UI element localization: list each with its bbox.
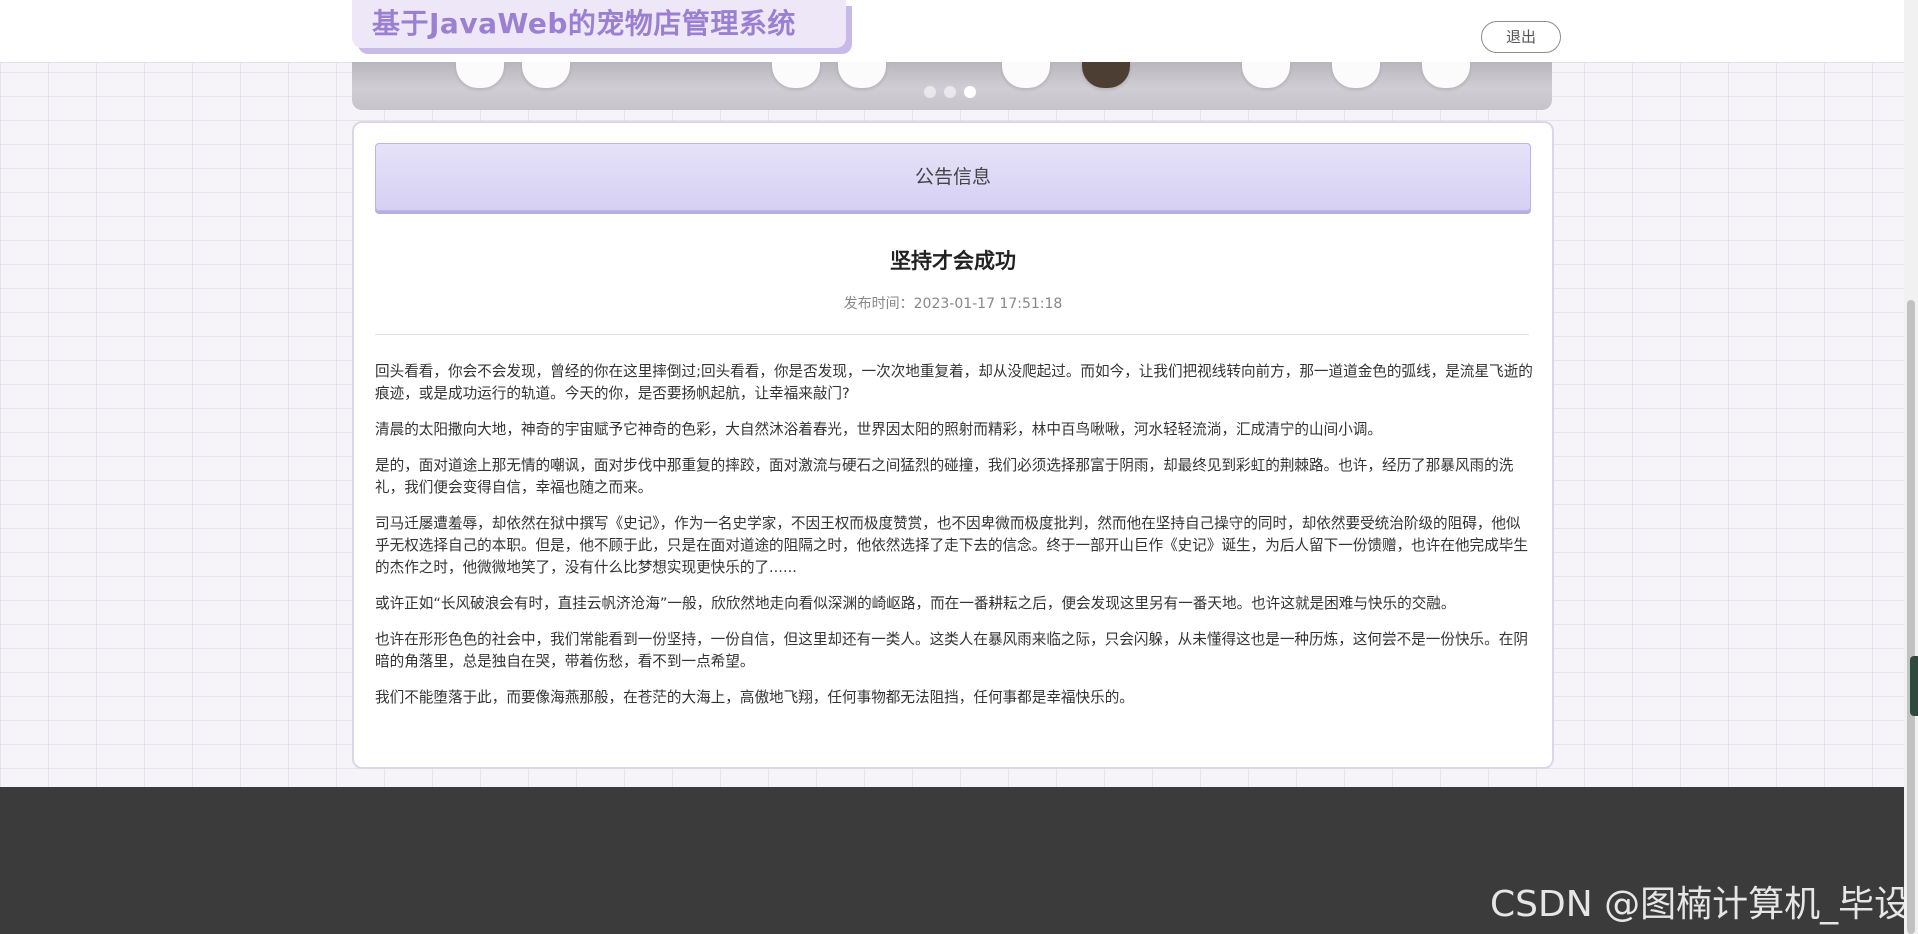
notice-content: 回头看看，你会不会发现，曾经的你在这里摔倒过;回头看看，你是否发现，一次次地重复…	[375, 361, 1533, 723]
content-paragraph: 我们不能堕落于此，而要像海燕那般，在苍茫的大海上，高傲地飞翔，任何事物都无法阻挡…	[375, 689, 1134, 706]
carousel-dot-active[interactable]	[964, 86, 976, 98]
app-logo-banner: 基于JavaWeb的宠物店管理系统	[352, 0, 846, 48]
divider	[375, 334, 1529, 335]
content-paragraph: 回头看看，你会不会发现，曾经的你在这里摔倒过;回头看看，你是否发现，一次次地重复…	[375, 363, 1533, 402]
content-paragraph: 是的，面对道途上那无情的嘲讽，面对步伐中那重复的摔跤，面对激流与硬石之间猛烈的碰…	[375, 457, 1514, 496]
carousel-indicators	[924, 86, 976, 98]
content-paragraph: 司马迁屡遭羞辱，却依然在狱中撰写《史记》，作为一名史学家，不因王权而极度赞赏，也…	[375, 515, 1528, 576]
pet-paw-image-part	[1242, 62, 1290, 88]
page-scrollbar[interactable]	[1904, 0, 1918, 934]
side-panel-handle[interactable]	[1910, 656, 1918, 716]
notice-detail-card: 公告信息 坚持才会成功 发布时间：2023-01-17 17:51:18 回头看…	[352, 121, 1554, 769]
scrollbar-thumb[interactable]	[1907, 300, 1915, 934]
csdn-watermark: CSDN @图楠计算机_毕设	[1490, 884, 1911, 925]
content-paragraph: 也许在形形色色的社会中，我们常能看到一份坚持，一份自信，但这里却还有一类人。这类…	[375, 631, 1528, 670]
pet-paw-image-part	[1082, 62, 1130, 88]
pet-paw-image-part	[1002, 62, 1050, 88]
app-title: 基于JavaWeb的宠物店管理系统	[372, 7, 796, 40]
pet-paw-image-part	[456, 62, 504, 88]
top-header: 基于JavaWeb的宠物店管理系统 退出	[0, 0, 1918, 63]
pet-paw-image-part	[838, 62, 886, 88]
pet-paw-image-part	[522, 62, 570, 88]
notice-section-header: 公告信息	[375, 143, 1531, 211]
carousel-dot[interactable]	[944, 86, 956, 98]
carousel-dot[interactable]	[924, 86, 936, 98]
logout-button[interactable]: 退出	[1481, 21, 1561, 53]
content-paragraph: 清晨的太阳撒向大地，神奇的宇宙赋予它神奇的色彩，大自然沐浴着春光，世界因太阳的照…	[375, 421, 1382, 438]
notice-title: 坚持才会成功	[890, 249, 1016, 273]
pet-paw-image-part	[772, 62, 820, 88]
content-paragraph: 或许正如“长风破浪会有时，直挂云帆济沧海”一般，欣欣然地走向看似深渊的崎岖路，而…	[375, 595, 1456, 612]
publish-time: 发布时间：2023-01-17 17:51:18	[843, 296, 1063, 312]
pet-paw-image-part	[1422, 62, 1470, 88]
pet-paw-image-part	[1332, 62, 1380, 88]
